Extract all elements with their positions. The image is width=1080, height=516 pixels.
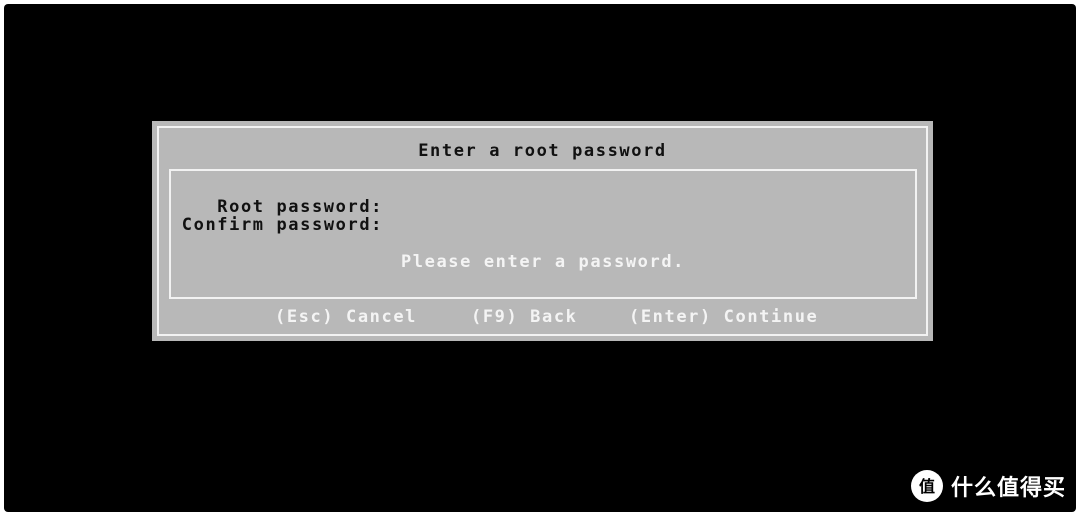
watermark-text: 什么值得买 [950, 476, 1066, 501]
watermark-logo-icon: 值 [910, 470, 943, 502]
continue-action[interactable]: (Enter) Continue [629, 307, 818, 327]
root-password-input[interactable] [385, 197, 885, 215]
console-screen: Enter a root password Root password: Con… [4, 4, 1076, 512]
validation-message: Please enter a password. [400, 252, 686, 272]
root-password-dialog: Enter a root password Root password: Con… [152, 121, 933, 341]
dialog-actions: (Esc) Cancel (F9) Back (Enter) Continue [152, 307, 933, 329]
cancel-action[interactable]: (Esc) Cancel [275, 307, 417, 327]
watermark: 值 什么值得买 [910, 468, 1066, 504]
back-action[interactable]: (F9) Back [471, 307, 578, 327]
confirm-password-label: Confirm password: [181, 215, 383, 235]
root-password-label: Root password: [217, 197, 383, 217]
password-form-box: Root password: Confirm password: Please … [169, 169, 917, 299]
confirm-password-input[interactable] [385, 215, 885, 233]
watermark-logo-glyph: 值 [919, 477, 935, 496]
dialog-title: Enter a root password [418, 141, 667, 161]
